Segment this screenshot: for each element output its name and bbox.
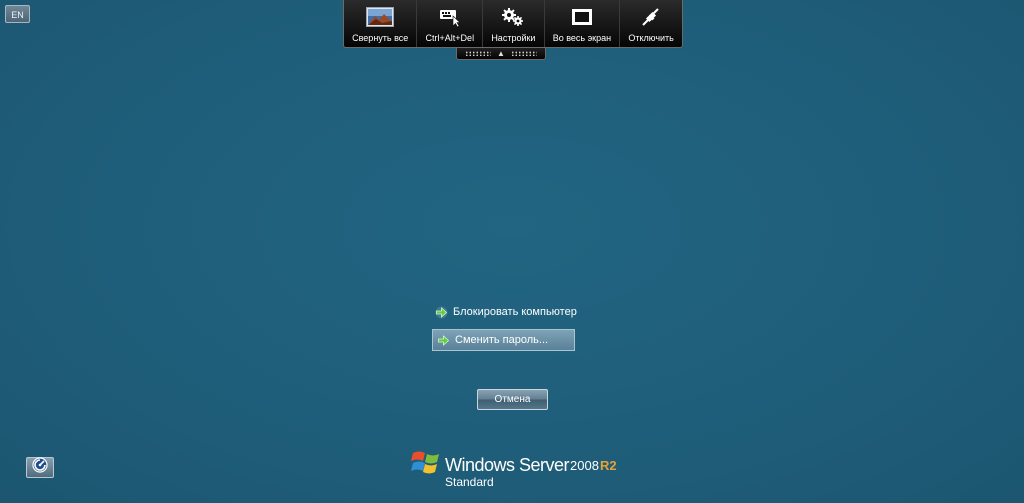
ctrl-alt-del-label: Ctrl+Alt+Del [425, 33, 475, 43]
ease-of-access-icon [32, 457, 48, 478]
fullscreen-label: Во весь экран [552, 33, 612, 43]
landscape-icon [366, 7, 395, 27]
minimize-all-label: Свернуть все [352, 33, 409, 43]
green-arrow-icon [437, 334, 450, 347]
grip-dots-right [510, 51, 537, 56]
grip-dots-left [465, 51, 492, 56]
minimize-all-button[interactable]: Свернуть все [344, 0, 418, 47]
ctrl-alt-del-button[interactable]: Ctrl+Alt+Del [417, 0, 484, 47]
input-language-indicator[interactable]: EN [5, 5, 30, 23]
cancel-button[interactable]: Отмена [477, 389, 548, 410]
change-password-option[interactable]: Сменить пароль... [432, 329, 575, 351]
fullscreen-icon [571, 7, 593, 27]
gears-icon [501, 7, 525, 27]
green-arrow-icon [435, 306, 448, 319]
ease-of-access-button[interactable] [26, 457, 54, 478]
product-name: Windows Server [445, 455, 570, 475]
connection-bar-handle[interactable]: ▲ [456, 48, 546, 60]
lock-computer-option[interactable]: Блокировать компьютер [435, 302, 577, 322]
disconnect-button[interactable]: Отключить [620, 0, 682, 47]
windows-logo-icon [411, 447, 443, 482]
product-release: R2 [600, 458, 617, 473]
settings-button[interactable]: Настройки [483, 0, 545, 47]
fullscreen-button[interactable]: Во весь экран [545, 0, 621, 47]
product-version: 2008 [570, 458, 599, 473]
change-password-label: Сменить пароль... [455, 334, 549, 346]
disconnect-icon [640, 7, 662, 27]
windows-server-branding: Windows Server 2008 R2 Standard [411, 447, 621, 491]
product-edition: Standard [445, 475, 494, 489]
pin-arrow-icon[interactable]: ▲ [497, 49, 505, 58]
remote-desktop-connection-bar: Свернуть все Ctrl+Alt+Del Настройки Во в… [343, 0, 683, 48]
lock-computer-label: Блокировать компьютер [453, 306, 577, 318]
keyboard-icon [439, 7, 461, 27]
disconnect-label: Отключить [628, 33, 674, 43]
settings-label: Настройки [491, 33, 536, 43]
